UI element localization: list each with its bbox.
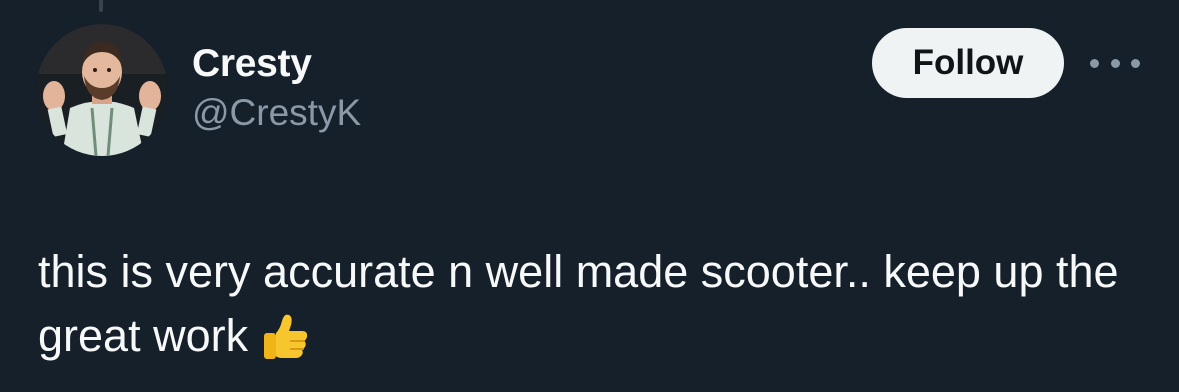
tweet-text: this is very accurate n well made scoote… (38, 246, 1119, 361)
avatar[interactable] (36, 24, 168, 156)
more-dot (1090, 58, 1099, 68)
thumbs-up-icon (258, 309, 312, 380)
author-block: Cresty @CrestyK (192, 40, 361, 136)
tweet-body: this is very accurate n well made scoote… (38, 240, 1148, 380)
author-handle[interactable]: @CrestyK (192, 90, 361, 136)
follow-button[interactable]: Follow (872, 28, 1064, 98)
more-horizontal-icon[interactable] (1090, 52, 1140, 74)
thread-connector-line (99, 0, 103, 12)
more-dot (1131, 58, 1140, 68)
author-display-name[interactable]: Cresty (192, 40, 361, 88)
more-dot (1110, 58, 1120, 68)
avatar-image (36, 24, 168, 156)
